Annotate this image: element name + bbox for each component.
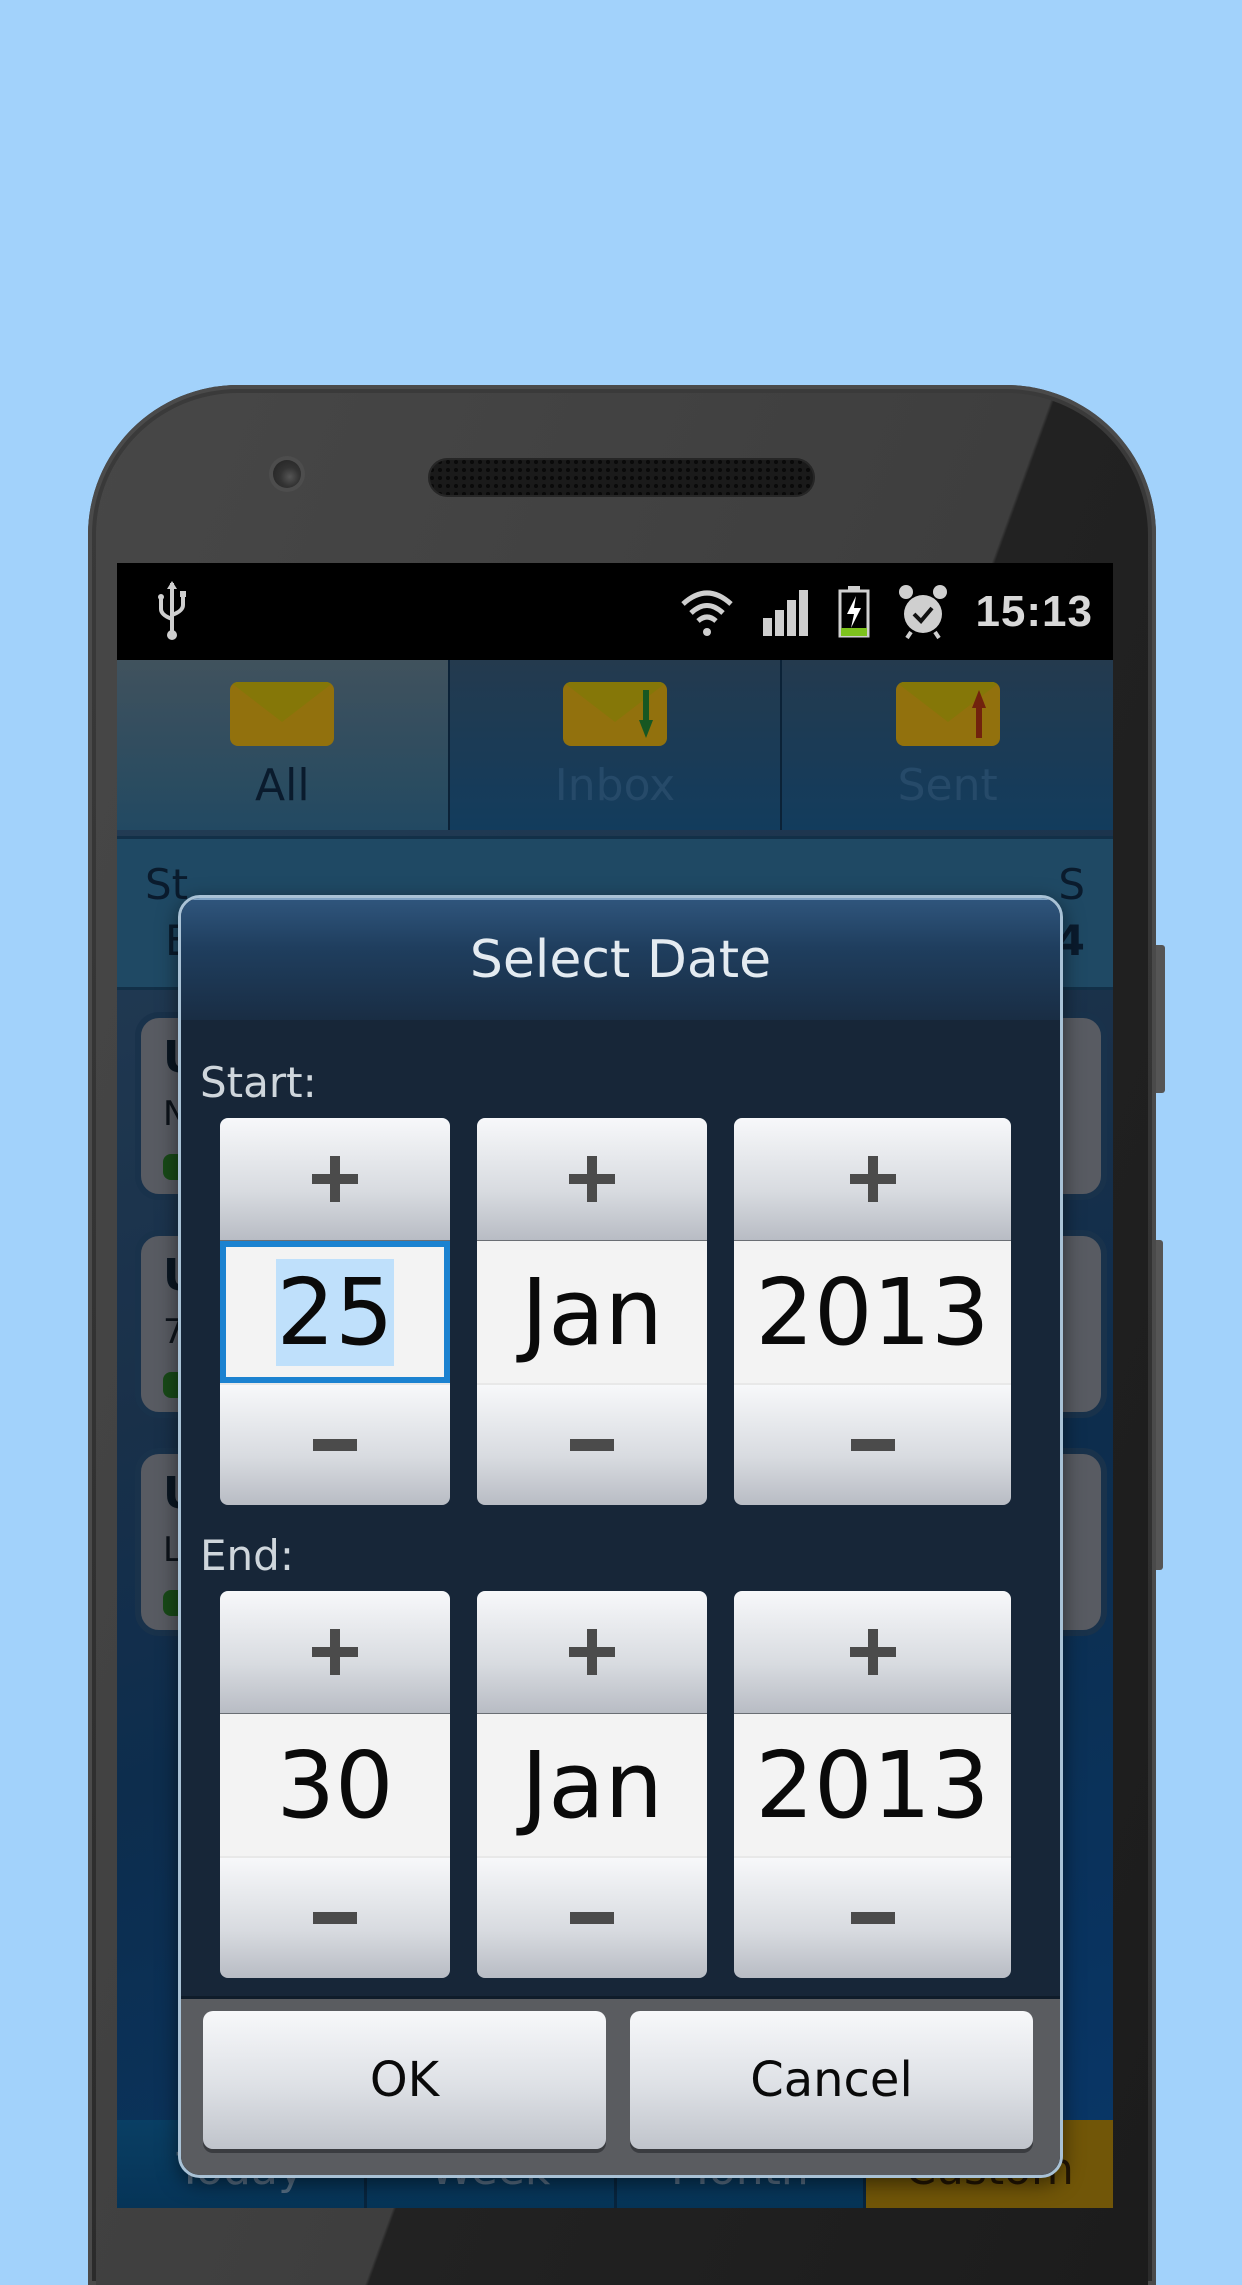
minus-icon [313, 1912, 357, 1924]
start-day-increment[interactable] [220, 1118, 450, 1242]
end-day-picker: 30 [220, 1591, 450, 1978]
end-year-decrement[interactable] [734, 1856, 1011, 1978]
start-year-increment[interactable] [734, 1118, 1011, 1242]
plus-icon [569, 1629, 615, 1675]
start-month-increment[interactable] [477, 1118, 707, 1242]
screen: 15:13 All Inbox Sent St S 4 N 7 L Select… [117, 563, 1113, 2208]
start-year-decrement[interactable] [734, 1383, 1011, 1505]
wifi-icon [681, 590, 734, 636]
start-year-picker: 2013 [734, 1118, 1011, 1505]
usb-icon [158, 581, 186, 640]
plus-icon [569, 1156, 615, 1202]
dialog-header: Select Date [181, 898, 1060, 1020]
minus-icon [313, 1439, 357, 1451]
alarm-icon [899, 585, 948, 640]
plus-icon [849, 1629, 896, 1675]
start-day-picker: 25 [220, 1118, 450, 1505]
earpiece-speaker [428, 458, 815, 497]
end-month-picker: Jan [477, 1591, 707, 1978]
signal-icon [763, 590, 809, 636]
minus-icon [850, 1439, 895, 1451]
minus-icon [570, 1439, 614, 1451]
minus-icon [570, 1912, 614, 1924]
start-day-decrement[interactable] [220, 1383, 450, 1505]
start-day-value: 25 [276, 1258, 394, 1366]
end-day-increment[interactable] [220, 1591, 450, 1715]
start-year-field[interactable]: 2013 [734, 1241, 1011, 1383]
end-label: End: [200, 1531, 294, 1580]
start-label: Start: [200, 1058, 317, 1107]
dialog-title: Select Date [469, 930, 772, 990]
front-camera [273, 460, 301, 488]
app-background: All Inbox Sent St E S 4 [117, 660, 1113, 2208]
plus-icon [312, 1629, 358, 1675]
end-month-decrement[interactable] [477, 1856, 707, 1978]
dialog-button-bar: OK Cancel [181, 1996, 1060, 2175]
start-month-field[interactable]: Jan [477, 1241, 707, 1383]
plus-icon [312, 1156, 358, 1202]
plus-icon [849, 1156, 896, 1202]
end-year-field[interactable]: 2013 [734, 1714, 1011, 1856]
minus-icon [850, 1912, 895, 1924]
clock-time: 15:13 [975, 587, 1093, 636]
end-year-increment[interactable] [734, 1591, 1011, 1715]
volume-button [1156, 1240, 1163, 1570]
ok-button[interactable]: OK [203, 2011, 606, 2149]
battery-charging-icon [838, 586, 870, 638]
start-day-field[interactable]: 25 [220, 1241, 450, 1383]
select-date-dialog: Select Date Start: 25 Jan 2013 End: 30 J… [178, 895, 1063, 2178]
power-button [1156, 945, 1165, 1093]
end-day-decrement[interactable] [220, 1856, 450, 1978]
end-day-field[interactable]: 30 [220, 1714, 450, 1856]
start-month-decrement[interactable] [477, 1383, 707, 1505]
status-bar: 15:13 [117, 563, 1113, 660]
end-year-picker: 2013 [734, 1591, 1011, 1978]
cancel-button[interactable]: Cancel [630, 2011, 1033, 2149]
end-month-increment[interactable] [477, 1591, 707, 1715]
start-month-picker: Jan [477, 1118, 707, 1505]
end-month-field[interactable]: Jan [477, 1714, 707, 1856]
